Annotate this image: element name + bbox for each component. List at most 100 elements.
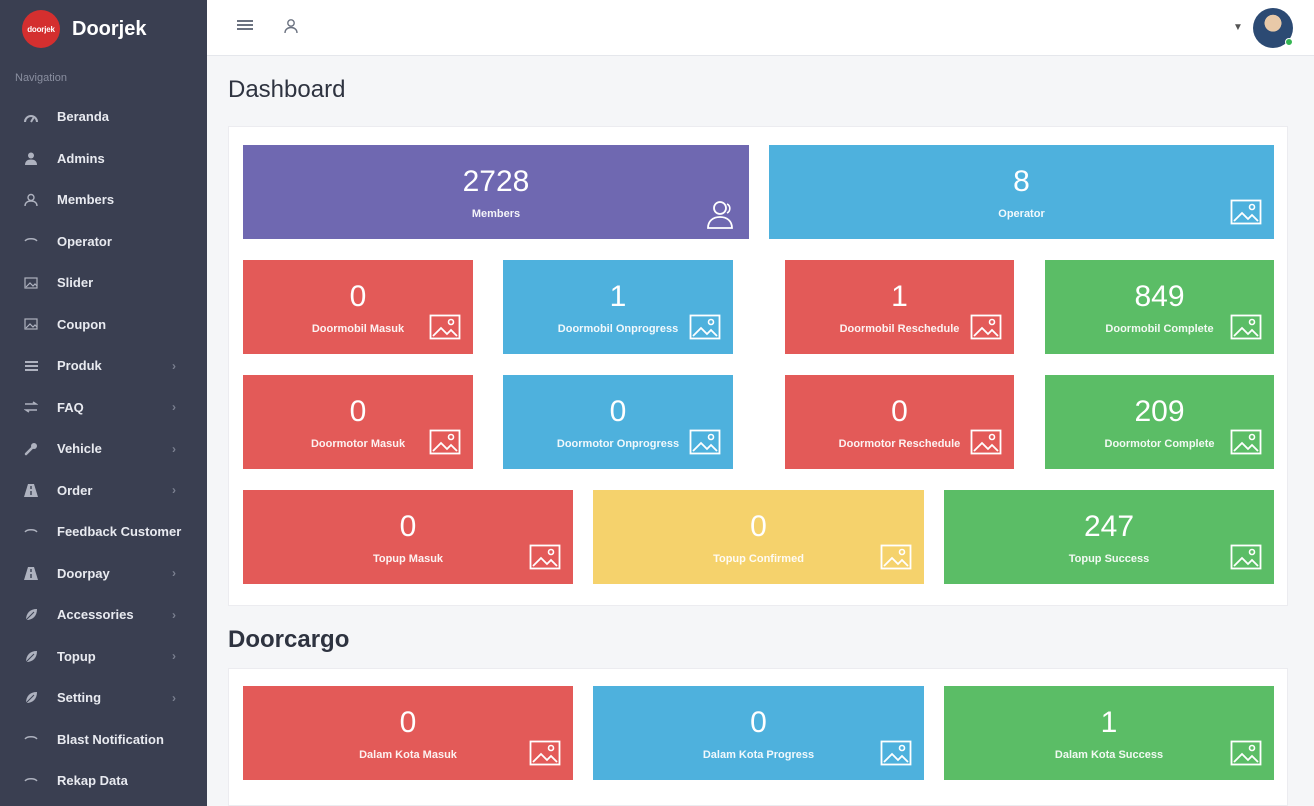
sidebar-item-label: Blast Notification [57, 731, 164, 747]
sidebar-item-setting[interactable]: Setting › [0, 677, 207, 719]
wrench-icon [22, 441, 40, 457]
stat-value: 0 [399, 706, 417, 739]
stat-tile-doormotor-masuk[interactable]: 0 Doormotor Masuk [243, 375, 473, 469]
stat-tile-topup-success[interactable]: 247 Topup Success [944, 490, 1274, 584]
stat-tile-topup-confirmed[interactable]: 0 Topup Confirmed [593, 490, 924, 584]
stat-tile-doormotor-onprogress[interactable]: 0 Doormotor Onprogress [503, 375, 733, 469]
sidebar-item-vehicle[interactable]: Vehicle › [0, 428, 207, 470]
sidebar-item-label: Coupon [57, 316, 107, 332]
sidebar-item-label: Doorpay [57, 565, 110, 581]
sidebar-item-topup[interactable]: Topup › [0, 636, 207, 678]
sidebar-item-faq[interactable]: FAQ › [0, 387, 207, 429]
leaf-icon [22, 607, 40, 623]
sidebar-item-doorpay[interactable]: Doorpay › [0, 553, 207, 595]
stat-label: Operator [998, 208, 1045, 220]
brand[interactable]: doorjek Doorjek [0, 0, 207, 58]
eye-icon [22, 773, 40, 789]
image-icon [880, 740, 912, 766]
sidebar-item-blast-notification[interactable]: Blast Notification [0, 719, 207, 761]
image-icon [970, 314, 1002, 340]
sidebar-item-label: Members [57, 192, 115, 208]
sidebar: doorjek Doorjek Navigation Beranda Admins… [0, 0, 207, 806]
doorcargo-title: Doorcargo [228, 626, 350, 653]
image-icon [1230, 314, 1262, 340]
sidebar-item-label: Setting [57, 690, 102, 706]
sidebar-item-label: FAQ [57, 399, 84, 415]
user-icon [22, 150, 40, 166]
sidebar-item-members[interactable]: Members [0, 179, 207, 221]
stat-tile-operator[interactable]: 8 Operator [769, 145, 1274, 239]
stat-tile-doormobil-reschedule[interactable]: 1 Doormobil Reschedule [785, 260, 1014, 354]
stat-tile-doormobil-complete[interactable]: 849 Doormobil Complete [1045, 260, 1274, 354]
stat-label: Topup Confirmed [713, 553, 804, 565]
sidebar-item-label: Accessories [57, 607, 134, 623]
stat-tile-topup-masuk[interactable]: 0 Topup Masuk [243, 490, 573, 584]
image-icon [689, 429, 721, 455]
app-shell: doorjek Doorjek Navigation Beranda Admins… [0, 0, 1314, 806]
stat-tile-dalam-kota-success[interactable]: 1 Dalam Kota Success [944, 686, 1274, 780]
image-icon [529, 544, 561, 570]
sidebar-item-label: Topup [57, 648, 96, 664]
image-icon [429, 429, 461, 455]
stat-tile-doormotor-reschedule[interactable]: 0 Doormotor Reschedule [785, 375, 1014, 469]
sidebar-item-beranda[interactable]: Beranda [0, 96, 207, 138]
image-icon [880, 544, 912, 570]
stat-value: 0 [609, 395, 627, 428]
sidebar-item-label: Slider [57, 275, 94, 291]
stat-label: Topup Success [1068, 553, 1150, 565]
stat-tile-doormobil-onprogress[interactable]: 1 Doormobil Onprogress [503, 260, 733, 354]
chevron-right-icon: › [172, 690, 176, 705]
users-icon [705, 199, 737, 229]
sidebar-item-order[interactable]: Order › [0, 470, 207, 512]
stat-tile-dalam-kota-masuk[interactable]: 0 Dalam Kota Masuk [243, 686, 573, 780]
sidebar-item-feedback-customer[interactable]: Feedback Customer [0, 511, 207, 553]
stat-value: 8 [1013, 165, 1030, 198]
image-icon [22, 275, 40, 291]
stat-value: 1 [1100, 706, 1118, 739]
sidebar-item-operator[interactable]: Operator [0, 221, 207, 263]
stat-value: 0 [750, 706, 767, 739]
leaf-icon [22, 690, 40, 706]
sidebar-item-label: Beranda [57, 109, 110, 125]
menu-icon[interactable] [237, 18, 253, 36]
stat-tile-doormobil-masuk[interactable]: 0 Doormobil Masuk [243, 260, 473, 354]
sidebar-item-admins[interactable]: Admins [0, 138, 207, 180]
road-icon [22, 565, 40, 581]
sidebar-nav: Beranda Admins Members Operator Slider Coupon… [0, 96, 207, 802]
online-status-dot [1285, 38, 1293, 46]
chevron-right-icon: › [172, 649, 176, 664]
stat-tile-members[interactable]: 2728 Members [243, 145, 749, 239]
stat-tile-dalam-kota-progress[interactable]: 0 Dalam Kota Progress [593, 686, 924, 780]
stat-value: 1 [891, 280, 908, 313]
image-icon [1230, 544, 1262, 570]
image-icon [22, 316, 40, 332]
topbar: ▼ [207, 0, 1314, 56]
road-icon [22, 482, 40, 498]
eye-icon [22, 731, 40, 747]
brand-logo: doorjek [22, 10, 60, 48]
eye-icon [22, 233, 40, 249]
sidebar-item-rekap-data[interactable]: Rekap Data [0, 760, 207, 802]
dashboard-icon [22, 109, 40, 125]
sidebar-item-coupon[interactable]: Coupon [0, 304, 207, 346]
users-icon [22, 192, 40, 208]
image-icon [970, 429, 1002, 455]
stat-value: 209 [1134, 395, 1185, 428]
user-icon[interactable] [283, 18, 299, 38]
stat-tile-doormotor-complete[interactable]: 209 Doormotor Complete [1045, 375, 1274, 469]
image-icon [689, 314, 721, 340]
chevron-right-icon: › [172, 400, 176, 415]
sidebar-item-accessories[interactable]: Accessories › [0, 594, 207, 636]
stat-label: Members [471, 208, 521, 220]
sidebar-item-label: Feedback Customer [57, 524, 182, 540]
stat-value: 0 [349, 280, 367, 313]
sidebar-item-label: Produk [57, 358, 102, 374]
image-icon [429, 314, 461, 340]
sidebar-item-produk[interactable]: Produk › [0, 345, 207, 387]
image-icon [1230, 740, 1262, 766]
stat-value: 247 [1083, 510, 1135, 543]
chevron-right-icon: › [172, 483, 176, 498]
sidebar-item-slider[interactable]: Slider [0, 262, 207, 304]
stat-value: 0 [399, 510, 417, 543]
caret-down-icon[interactable]: ▼ [1233, 22, 1243, 33]
